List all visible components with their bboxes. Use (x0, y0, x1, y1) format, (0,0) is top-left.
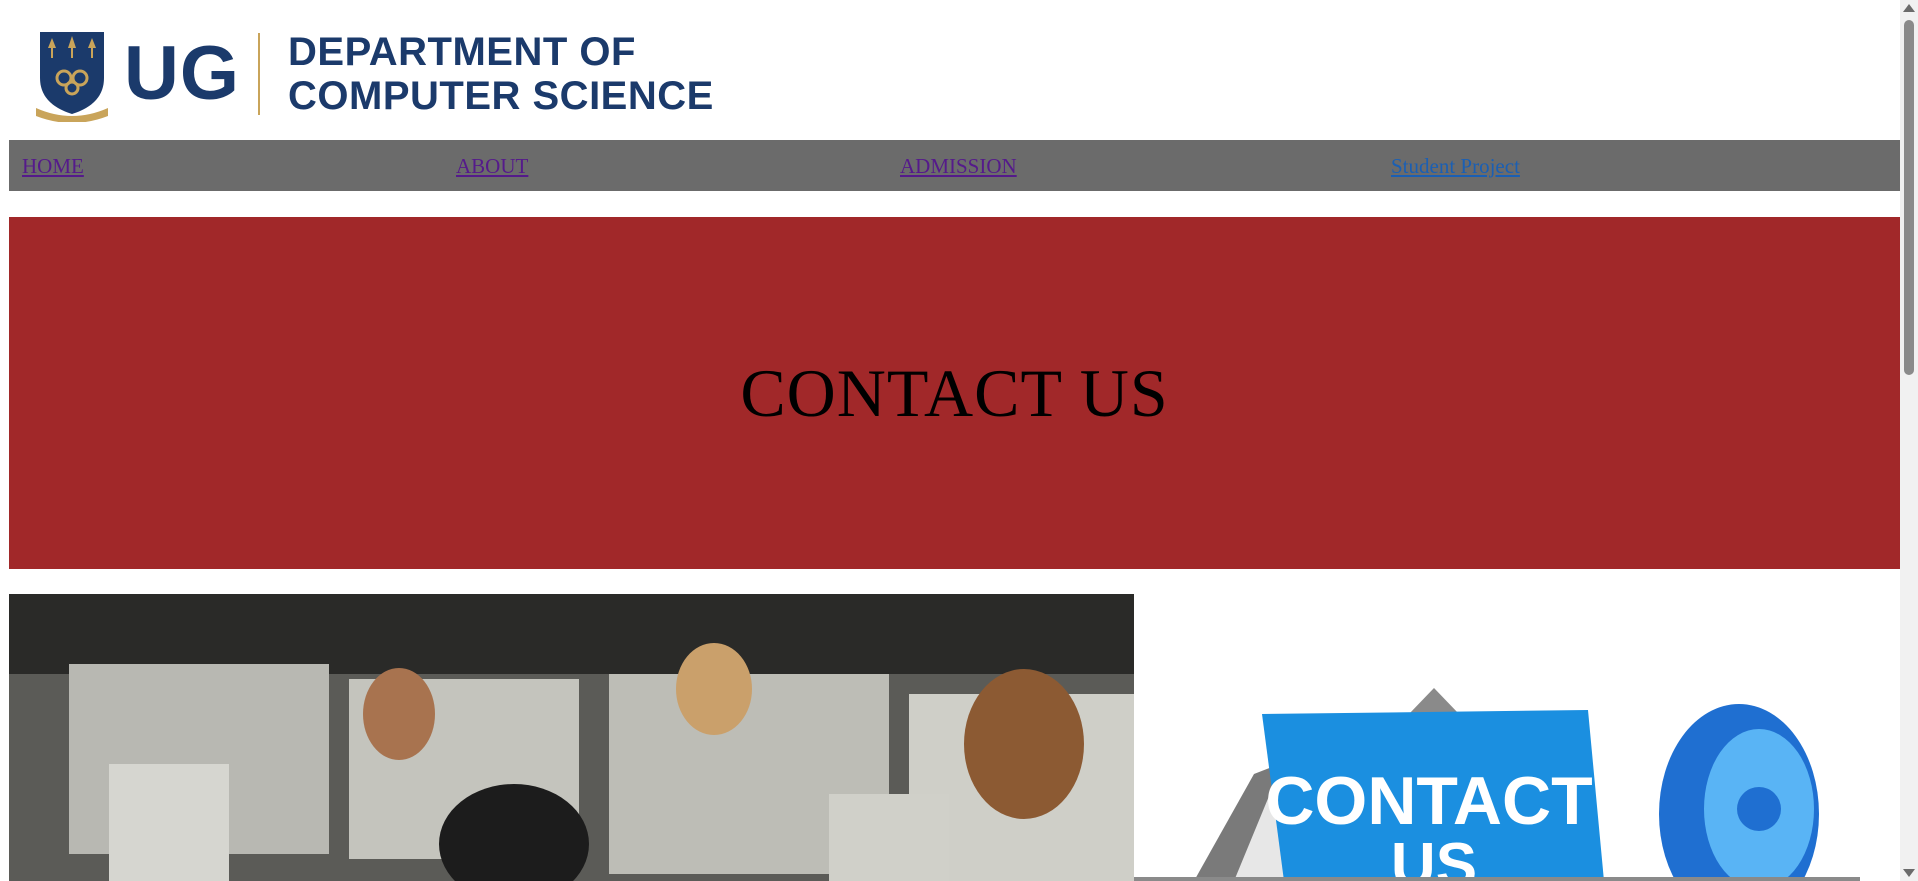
nav-admission-link[interactable]: ADMISSION (900, 153, 1017, 179)
logo-divider (258, 33, 260, 115)
contact-us-graphic: CONTACT US (1134, 594, 1900, 881)
nav-home-link[interactable]: HOME (22, 153, 84, 179)
department-line-1: DEPARTMENT OF (288, 30, 636, 74)
ug-crest-icon (34, 26, 110, 123)
nav-student-project-link[interactable]: Student Project (1391, 153, 1520, 179)
scroll-up-icon[interactable] (1903, 4, 1915, 12)
main-nav: HOME ABOUT ADMISSION Student Project (9, 140, 1900, 191)
contact-hero-banner: CONTACT US (9, 217, 1900, 569)
call-center-photo (9, 594, 1134, 881)
contact-graphic-text-cut: US (1391, 831, 1477, 881)
department-line-2: COMPUTER SCIENCE (288, 74, 714, 118)
ug-wordmark: UG (124, 31, 240, 116)
scroll-thumb[interactable] (1904, 20, 1914, 375)
site-header: UG DEPARTMENT OF COMPUTER SCIENCE (0, 0, 1900, 140)
page-title: CONTACT US (740, 354, 1169, 431)
nav-about-link[interactable]: ABOUT (456, 153, 528, 179)
department-name: DEPARTMENT OF COMPUTER SCIENCE (288, 30, 714, 118)
page: UG DEPARTMENT OF COMPUTER SCIENCE HOME A… (0, 0, 1918, 881)
scroll-down-icon[interactable] (1903, 869, 1915, 877)
contact-graphic-text: CONTACT (1265, 763, 1592, 839)
vertical-scrollbar[interactable] (1900, 0, 1918, 881)
department-logo[interactable]: UG DEPARTMENT OF COMPUTER SCIENCE (34, 24, 714, 124)
horizontal-scrollbar[interactable] (1134, 877, 1860, 881)
